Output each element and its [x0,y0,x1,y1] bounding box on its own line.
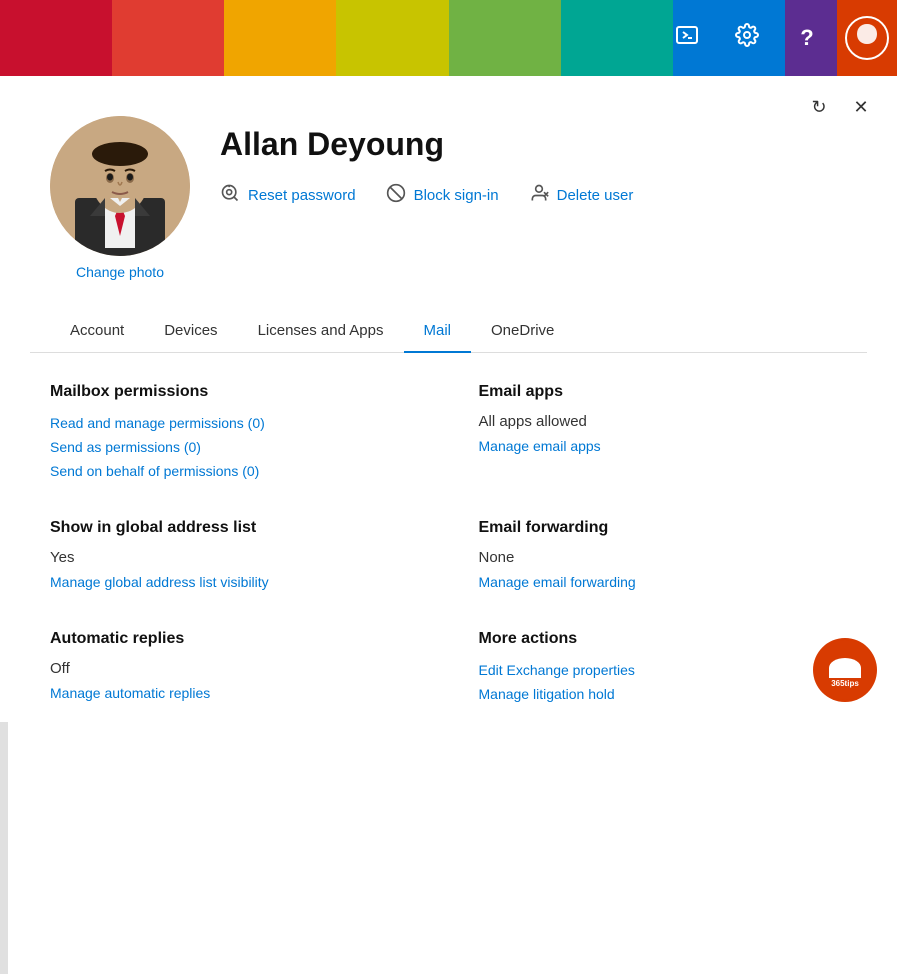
top-bar: ? [0,0,897,76]
settings-button[interactable] [717,0,777,76]
terminal-icon [675,23,699,53]
help-button[interactable]: ? [777,0,837,76]
refresh-button[interactable]: ↻ [803,91,835,123]
mailbox-permissions-section: Mailbox permissions Read and manage perm… [50,383,419,479]
mailbox-permissions-title: Mailbox permissions [50,383,419,401]
rainbow-2 [112,0,224,76]
block-sign-in-link[interactable]: Block sign-in [386,183,499,208]
user-avatar-button[interactable] [837,0,897,76]
automatic-replies-title: Automatic replies [50,630,419,648]
reset-password-link[interactable]: Reset password [220,183,356,208]
manage-litigation-hold-link[interactable]: Manage litigation hold [479,686,848,702]
rainbow-3 [224,0,336,76]
manage-global-address-link[interactable]: Manage global address list visibility [50,574,419,590]
global-address-value: Yes [50,549,419,566]
main-content: ↻ ✕ [0,76,897,722]
email-apps-value: All apps allowed [479,413,848,430]
block-sign-in-label: Block sign-in [414,187,499,204]
tabs-section: Account Devices Licenses and Apps Mail O… [30,310,867,353]
email-forwarding-section: Email forwarding None Manage email forwa… [479,519,848,590]
more-actions-section: More actions Edit Exchange properties Ma… [479,630,848,702]
rainbow-6 [561,0,673,76]
global-address-section: Show in global address list Yes Manage g… [50,519,419,590]
rainbow-1 [0,0,112,76]
terminal-button[interactable] [657,0,717,76]
tab-devices[interactable]: Devices [144,310,237,353]
profile-section: Change photo Allan Deyoung Reset passwor… [30,96,867,310]
content-grid: Mailbox permissions Read and manage perm… [30,383,867,702]
tab-account[interactable]: Account [50,310,144,353]
profile-name: Allan Deyoung [220,126,633,163]
read-manage-permissions-link[interactable]: Read and manage permissions (0) [50,415,419,431]
key-icon [220,183,240,208]
profile-photo-area: Change photo [50,116,190,280]
close-button[interactable]: ✕ [845,91,877,123]
reset-password-label: Reset password [248,187,356,204]
avatar [845,16,889,60]
delete-user-label: Delete user [557,187,634,204]
send-on-behalf-permissions-link[interactable]: Send on behalf of permissions (0) [50,463,419,479]
gear-icon [735,23,759,53]
automatic-replies-section: Automatic replies Off Manage automatic r… [50,630,419,702]
manage-email-forwarding-link[interactable]: Manage email forwarding [479,574,848,590]
profile-photo [50,116,190,256]
rainbow-4 [336,0,448,76]
rainbow-5 [449,0,561,76]
top-icons: ? [657,0,897,76]
tab-onedrive[interactable]: OneDrive [471,310,574,353]
help-icon: ? [800,25,813,51]
manage-email-apps-link[interactable]: Manage email apps [479,438,848,454]
profile-info: Allan Deyoung Reset password [220,116,633,208]
refresh-icon: ↻ [811,97,826,118]
tab-licenses-apps[interactable]: Licenses and Apps [238,310,404,353]
email-forwarding-value: None [479,549,848,566]
tab-mail[interactable]: Mail [404,310,472,353]
global-address-title: Show in global address list [50,519,419,537]
change-photo-link[interactable]: Change photo [76,264,164,280]
email-forwarding-title: Email forwarding [479,519,848,537]
delete-user-icon [529,183,549,208]
more-actions-title: More actions [479,630,848,648]
profile-actions: Reset password Block sign-in [220,183,633,208]
svg-text:365tips: 365tips [831,679,859,688]
watermark-circle: 365tips [813,638,877,702]
email-apps-section: Email apps All apps allowed Manage email… [479,383,848,479]
email-apps-title: Email apps [479,383,848,401]
automatic-replies-value: Off [50,660,419,677]
send-as-permissions-link[interactable]: Send as permissions (0) [50,439,419,455]
watermark: 365tips [813,638,877,702]
block-icon [386,183,406,208]
manage-automatic-replies-link[interactable]: Manage automatic replies [50,685,419,701]
delete-user-link[interactable]: Delete user [529,183,634,208]
close-icon: ✕ [853,97,868,118]
top-controls: ↻ ✕ [803,91,877,123]
edit-exchange-properties-link[interactable]: Edit Exchange properties [479,662,848,678]
